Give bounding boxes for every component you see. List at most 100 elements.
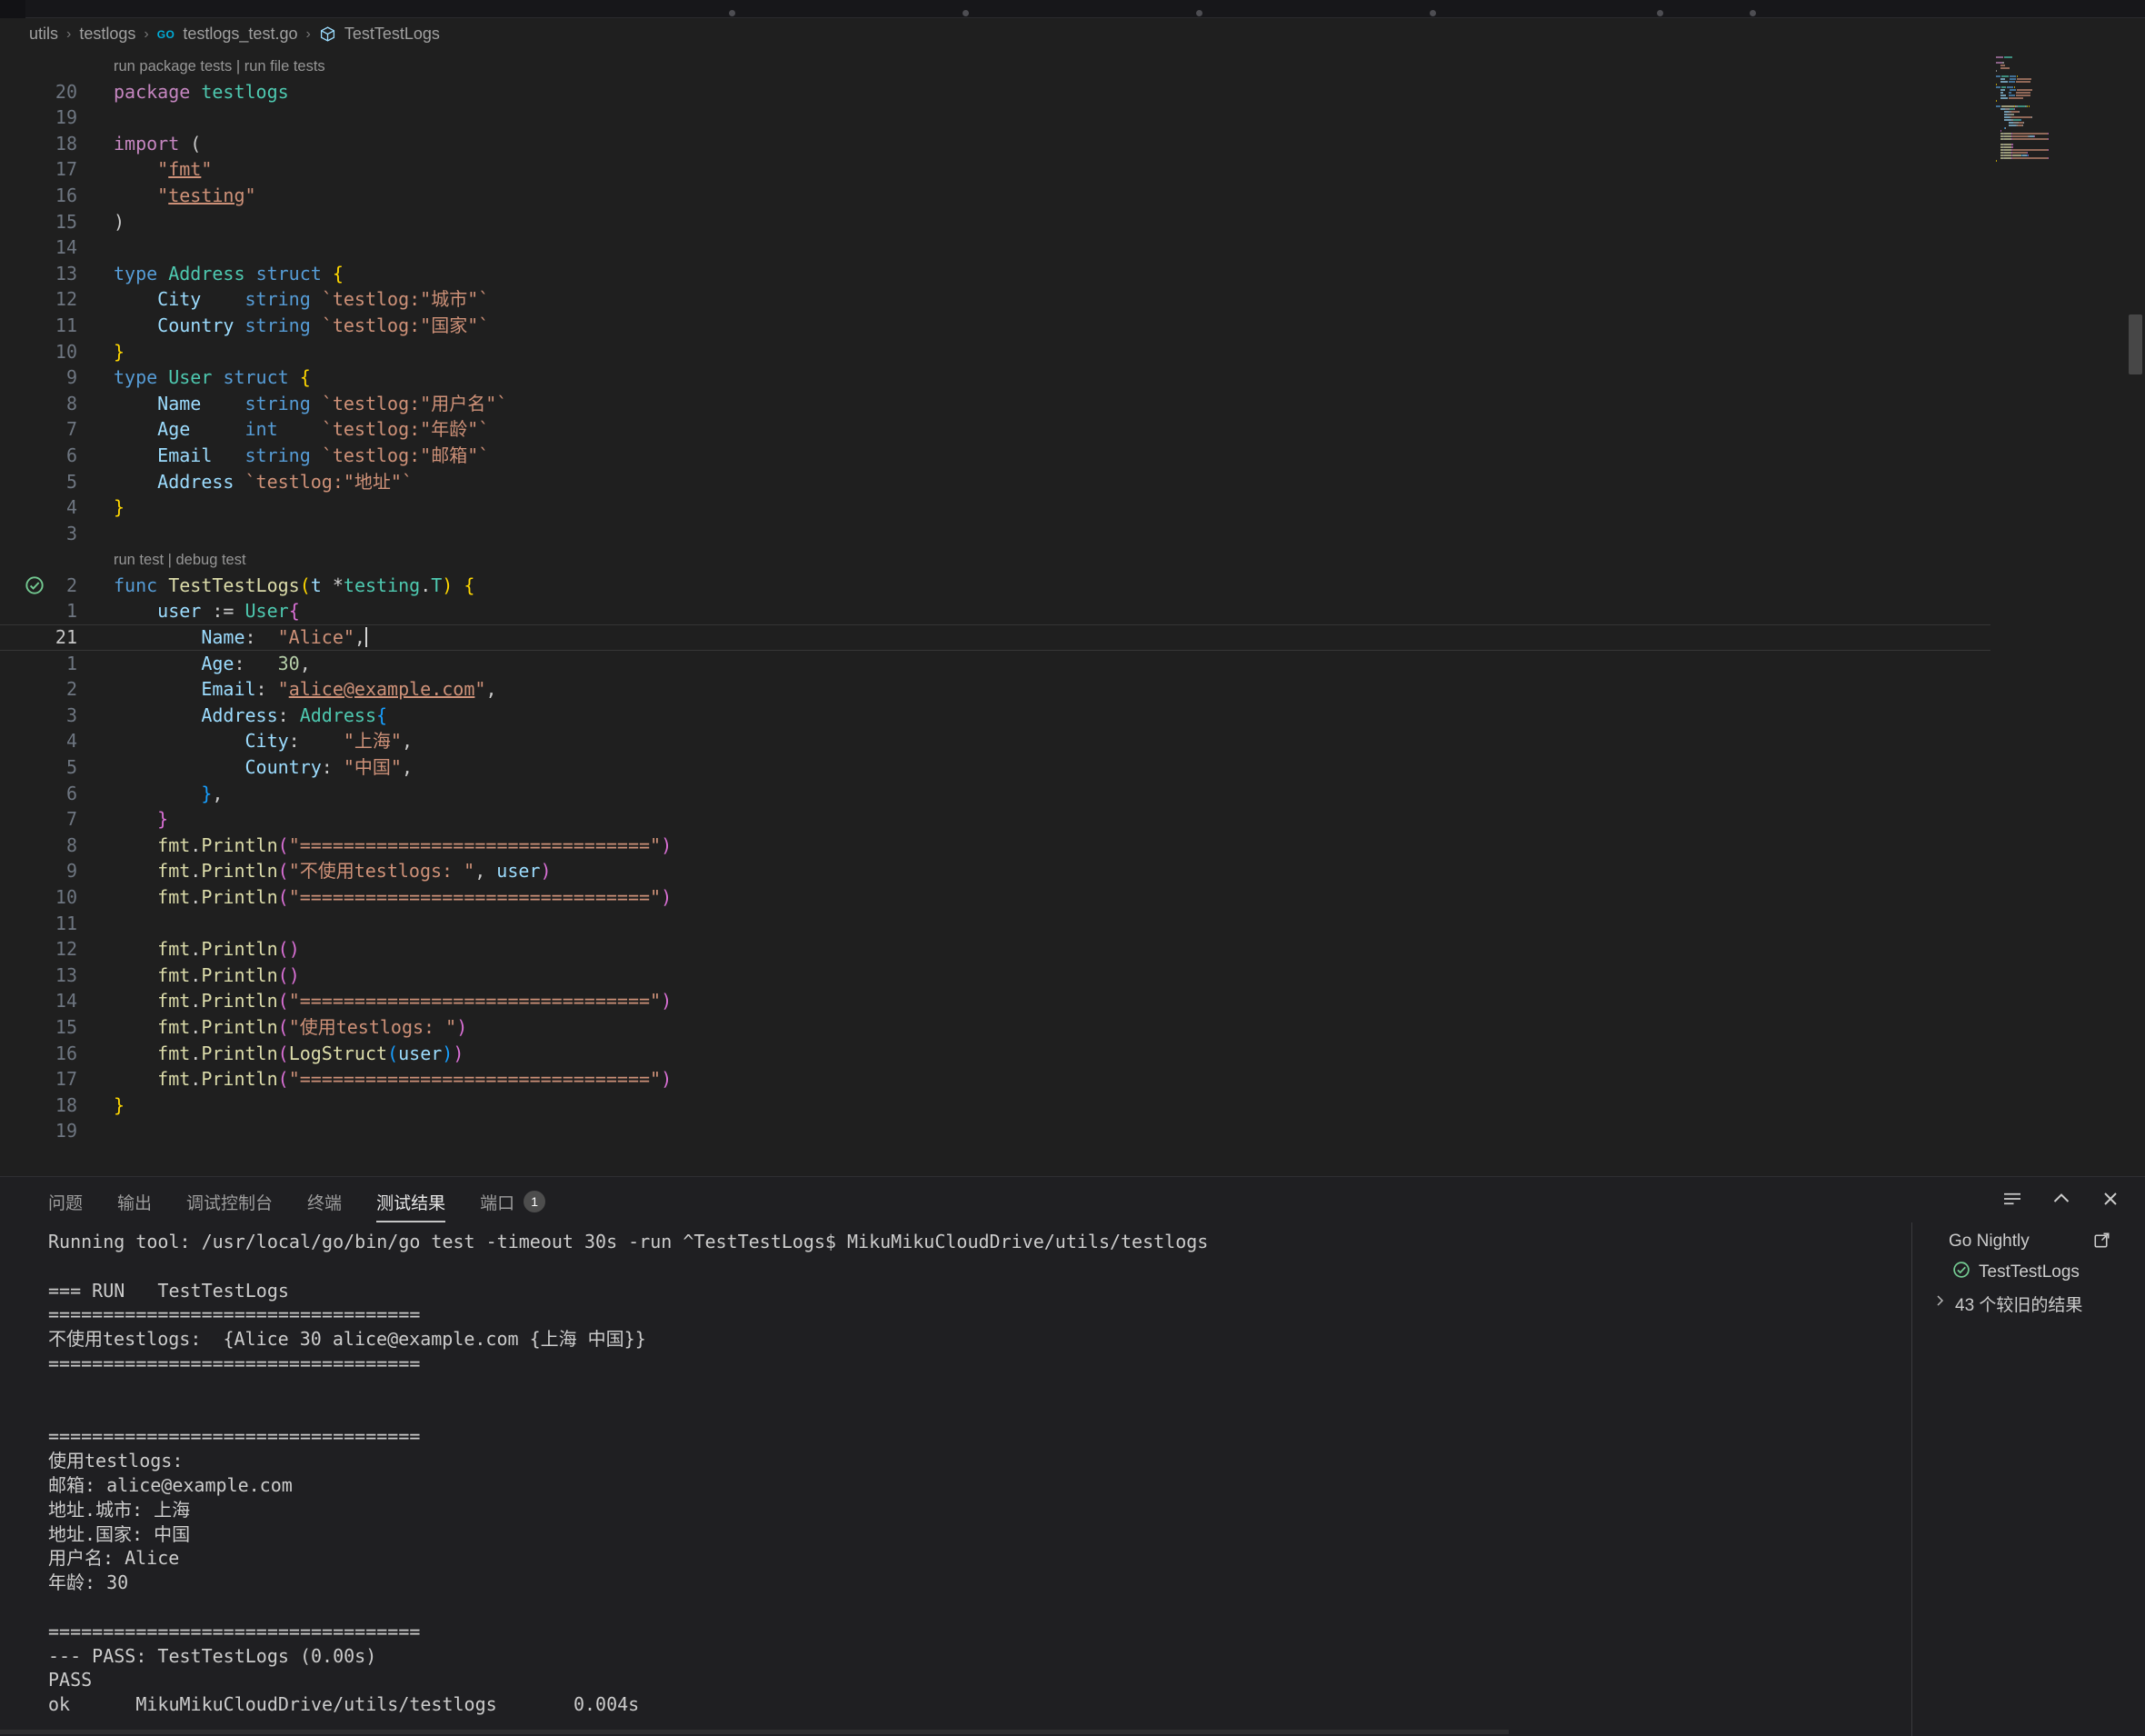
code-text: fmt.Println(LogStruct(user)) xyxy=(114,1041,464,1067)
test-profile-row: Go Nightly xyxy=(1912,1226,2127,1257)
code-line[interactable]: 11 Country string `testlog:"国家"` xyxy=(0,313,1990,339)
code-line[interactable]: 2func TestTestLogs(t *testing.T) { xyxy=(0,573,1990,599)
line-number: 16 xyxy=(0,183,77,209)
code-line[interactable]: 4} xyxy=(0,494,1990,521)
code-line[interactable]: 12 fmt.Println() xyxy=(0,936,1990,963)
code-line[interactable]: 16 "testing" xyxy=(0,183,1990,209)
panel-tab-调试控制台[interactable]: 调试控制台 xyxy=(186,1186,273,1222)
minimap-line xyxy=(1996,119,2083,121)
code-line[interactable]: 13 fmt.Println() xyxy=(0,963,1990,989)
code-line[interactable]: 4 City: "上海", xyxy=(0,728,1990,754)
code-line[interactable]: 21 Name: "Alice", xyxy=(0,624,1990,651)
terminal-line: === RUN TestTestLogs xyxy=(48,1279,1902,1303)
code-line[interactable]: 17 "fmt" xyxy=(0,156,1990,183)
code-line[interactable]: 9 fmt.Println("不使用testlogs: ", user) xyxy=(0,858,1990,884)
code-line[interactable]: 16 fmt.Println(LogStruct(user)) xyxy=(0,1041,1990,1067)
minimap-line xyxy=(1996,97,2083,99)
editor-scrollbar-thumb[interactable] xyxy=(2129,314,2142,374)
code-text: fmt.Println("===========================… xyxy=(114,1066,672,1092)
minimap[interactable] xyxy=(1996,56,2083,165)
code-editor[interactable]: run package tests | run file tests20pack… xyxy=(0,49,2145,1176)
test-passed-gutter-icon[interactable] xyxy=(25,575,45,595)
minimap-line xyxy=(1996,103,2083,105)
line-number: 14 xyxy=(0,234,77,261)
code-line[interactable]: 3 xyxy=(0,521,1990,547)
code-text: fmt.Println("不使用testlogs: ", user) xyxy=(114,858,552,884)
minimap-line xyxy=(1996,65,2083,66)
code-line[interactable]: 2 Email: "alice@example.com", xyxy=(0,676,1990,703)
code-text: }, xyxy=(114,781,223,807)
code-line[interactable]: 9type User struct { xyxy=(0,364,1990,391)
code-line[interactable]: 15 fmt.Println("使用testlogs: ") xyxy=(0,1014,1990,1041)
code-line[interactable]: 1 user := User{ xyxy=(0,598,1990,624)
code-text: fmt.Println("===========================… xyxy=(114,988,672,1014)
code-line[interactable]: 7 Age int `testlog:"年龄"` xyxy=(0,416,1990,443)
code-line[interactable]: 11 xyxy=(0,911,1990,937)
code-line[interactable]: 19 xyxy=(0,105,1990,131)
open-test-output-icon[interactable] xyxy=(2092,1231,2114,1252)
code-line[interactable]: 20package testlogs xyxy=(0,79,1990,105)
minimap-line xyxy=(1996,116,2083,118)
minimap-line xyxy=(1996,135,2083,137)
panel-tab-输出[interactable]: 输出 xyxy=(117,1186,152,1222)
code-line[interactable]: 5 Address `testlog:"地址"` xyxy=(0,469,1990,495)
code-text: "fmt" xyxy=(114,156,212,183)
line-number: 18 xyxy=(0,1092,77,1119)
code-line[interactable]: 17 fmt.Println("========================… xyxy=(0,1066,1990,1092)
activity-bar-sliver xyxy=(0,0,25,18)
panel-tab-问题[interactable]: 问题 xyxy=(48,1186,83,1222)
panel-tab-测试结果[interactable]: 测试结果 xyxy=(376,1186,445,1222)
older-results-row[interactable]: 43 个较旧的结果 xyxy=(1912,1288,2127,1319)
test-result-item[interactable]: TestTestLogs xyxy=(1912,1257,2127,1288)
codelens-run-test[interactable]: run test xyxy=(114,552,164,568)
panel-tab-终端[interactable]: 终端 xyxy=(307,1186,342,1222)
code-line[interactable]: 18} xyxy=(0,1092,1990,1119)
code-line[interactable]: 15) xyxy=(0,209,1990,235)
line-number: 9 xyxy=(0,364,77,391)
minimap-line xyxy=(1996,141,2083,143)
minimap-line xyxy=(1996,81,2083,83)
line-number: 17 xyxy=(0,156,77,183)
code-text: fmt.Println() xyxy=(114,963,300,989)
code-line[interactable]: 12 City string `testlog:"城市"` xyxy=(0,286,1990,313)
minimap-line xyxy=(1996,75,2083,77)
panel-maximize-icon[interactable] xyxy=(2050,1188,2072,1210)
code-line[interactable]: 5 Country: "中国", xyxy=(0,754,1990,781)
code-line[interactable]: 18import ( xyxy=(0,131,1990,157)
minimap-line xyxy=(1996,155,2083,156)
code-line[interactable]: 10} xyxy=(0,339,1990,365)
code-line[interactable]: 6 Email string `testlog:"邮箱"` xyxy=(0,443,1990,469)
code-line[interactable]: 8 fmt.Println("=========================… xyxy=(0,833,1990,859)
code-line[interactable]: 1 Age: 30, xyxy=(0,651,1990,677)
breadcrumb-item-utils[interactable]: utils xyxy=(29,25,58,44)
code-text: Address: Address{ xyxy=(114,703,387,729)
codelens-run-file-tests[interactable]: run file tests xyxy=(244,58,325,75)
breadcrumb-item-symbol[interactable]: TestTestLogs xyxy=(344,25,440,44)
code-line[interactable]: 3 Address: Address{ xyxy=(0,703,1990,729)
panel-tab-端口[interactable]: 端口1 xyxy=(480,1186,545,1222)
code-line[interactable]: 14 fmt.Println("========================… xyxy=(0,988,1990,1014)
panel-horizontal-scrollbar[interactable] xyxy=(0,1730,1509,1734)
minimap-line xyxy=(1996,84,2083,85)
line-number: 11 xyxy=(0,911,77,937)
code-line[interactable]: 8 Name string `testlog:"用户名"` xyxy=(0,391,1990,417)
code-line[interactable]: 14 xyxy=(0,234,1990,261)
code-line[interactable]: 6 }, xyxy=(0,781,1990,807)
codelens-debug-test[interactable]: debug test xyxy=(176,552,246,568)
code-text: fmt.Println("===========================… xyxy=(114,833,672,859)
editor-scrollbar[interactable] xyxy=(2125,49,2145,1176)
code-line[interactable]: 19 xyxy=(0,1118,1990,1144)
breadcrumb-item-testlogs[interactable]: testlogs xyxy=(79,25,135,44)
minimap-line xyxy=(1996,146,2083,148)
output-view-options-icon[interactable] xyxy=(2001,1188,2023,1210)
code-line[interactable]: 13type Address struct { xyxy=(0,261,1990,287)
code-text: ) xyxy=(114,209,125,235)
code-text: fmt.Println() xyxy=(114,936,300,963)
code-line[interactable]: 10 fmt.Println("========================… xyxy=(0,884,1990,911)
code-line[interactable]: 7 } xyxy=(0,806,1990,833)
tab-dot-icon xyxy=(963,10,969,16)
codelens-run-package-tests[interactable]: run package tests xyxy=(114,58,232,75)
breadcrumb-item-file[interactable]: testlogs_test.go xyxy=(183,25,297,44)
minimap-line xyxy=(1996,100,2083,102)
panel-close-icon[interactable] xyxy=(2100,1188,2121,1210)
